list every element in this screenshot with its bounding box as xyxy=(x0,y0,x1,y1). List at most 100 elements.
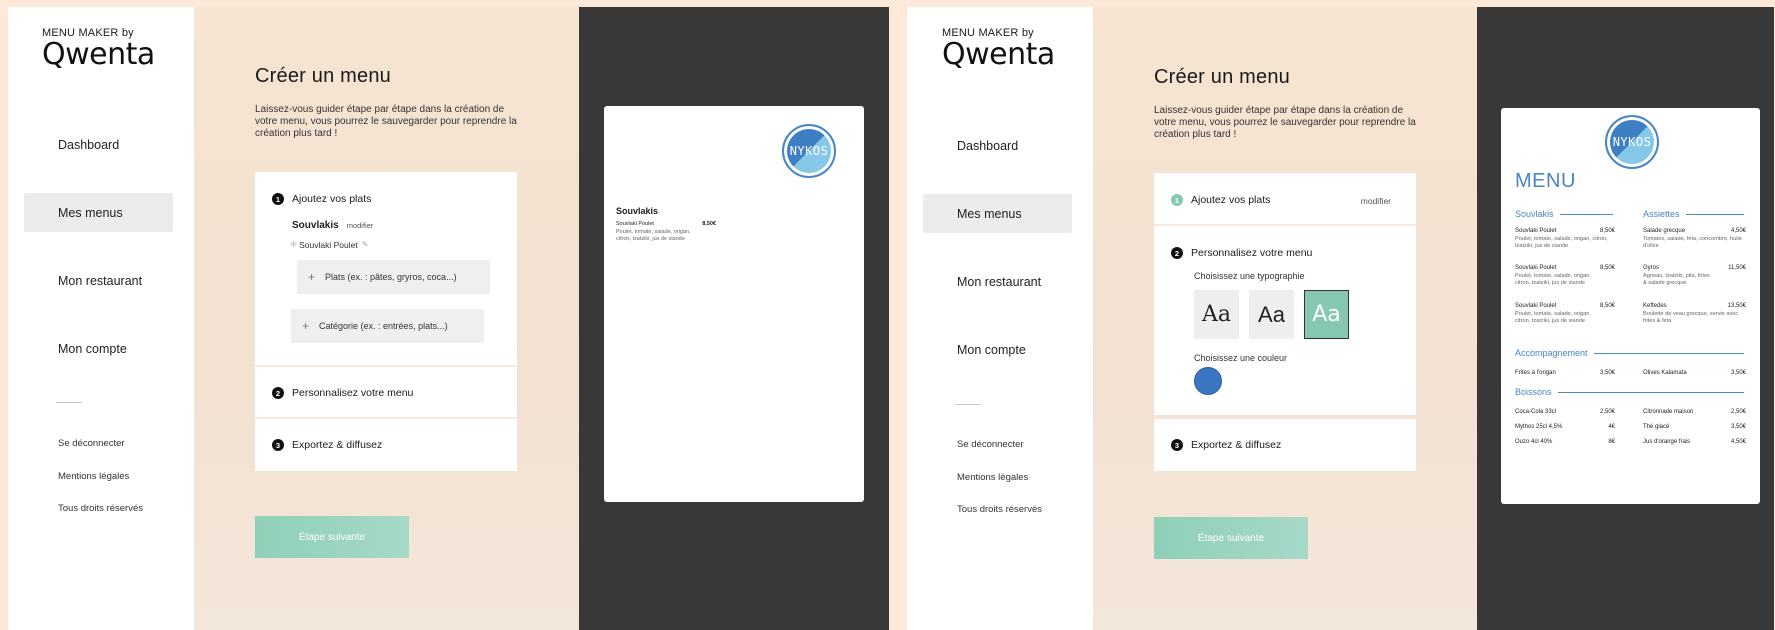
menu-preview-card: NYKOS Souvlakis Souvlaki Poulet 8,50€ Po… xyxy=(604,106,864,502)
restaurant-logo: NYKOS xyxy=(782,124,836,178)
logo-wordmark: Qwenta xyxy=(942,37,1055,72)
steps-card: 1 Ajoutez vos plats modifier 2 Personnal… xyxy=(1154,173,1416,471)
screen-step-1: MENU MAKER by Qwenta Dashboard Mes menus… xyxy=(8,7,889,630)
main-panel: Créer un menu Laissez-vous guider étape … xyxy=(194,7,579,630)
nav-dashboard[interactable]: Dashboard xyxy=(24,125,173,164)
next-step-button[interactable]: Étape suivante xyxy=(255,516,409,558)
page-description: Laissez-vous guider étape par étape dans… xyxy=(1154,105,1416,140)
step-1-modify-link[interactable]: modifier xyxy=(1361,196,1391,206)
item-price: 8,50€ xyxy=(1599,265,1615,271)
edit-icon[interactable]: ✎ xyxy=(362,240,369,249)
item-price: 3,50€ xyxy=(1599,370,1615,376)
item-price: 13,50€ xyxy=(1727,303,1746,309)
page-title: Créer un menu xyxy=(255,65,391,87)
nav-mes-menus[interactable]: Mes menus xyxy=(24,193,173,232)
section-souvlakis: Souvlakis xyxy=(1515,209,1613,219)
step-add-dishes: 1 Ajoutez vos plats Souvlakis modifier ⁜… xyxy=(255,172,517,367)
step-add-dishes[interactable]: 1 Ajoutez vos plats modifier xyxy=(1154,173,1416,226)
item-desc: Agneau, tzatziki, pita, frites & salade … xyxy=(1643,273,1710,286)
menu-item: Keftedes 13,50€ Boulette de veau grecque,… xyxy=(1643,303,1746,325)
item-name: Mythos 25cl 4,5% xyxy=(1515,424,1563,430)
step-export[interactable]: 3 Exportez & diffusez xyxy=(255,419,517,471)
item-name: Olives Kalamata xyxy=(1643,370,1687,376)
sidebar: MENU MAKER by Qwenta Dashboard Mes menus… xyxy=(907,7,1093,630)
nav-mon-compte[interactable]: Mon compte xyxy=(24,329,173,368)
step-export[interactable]: 3 Exportez & diffusez xyxy=(1154,419,1416,471)
menu-item: Souvlaki Poulet 8,50€ Poulet, tomate, sal… xyxy=(1515,265,1615,287)
drag-handle-icon[interactable]: ⁜ xyxy=(290,239,297,250)
item-price: 3,50€ xyxy=(1730,424,1746,430)
rights-link[interactable]: Tous droits réservés xyxy=(58,503,143,514)
sidebar: MENU MAKER by Qwenta Dashboard Mes menus… xyxy=(8,7,194,630)
item-name: Citronnade maison xyxy=(1643,409,1694,415)
menu-preview-card: NYKOS MENU Souvlakis Souvlaki Poulet 8,50… xyxy=(1501,108,1760,504)
item-desc: Poulet, tomate, salade, origan, citron, … xyxy=(1515,236,1608,249)
nav-dashboard[interactable]: Dashboard xyxy=(923,126,1072,165)
item-price: 4,50€ xyxy=(1730,439,1746,445)
step-1-number: 1 xyxy=(272,193,284,205)
preview-section-title: Souvlakis xyxy=(616,206,659,216)
brand-logo[interactable]: MENU MAKER by Qwenta xyxy=(42,27,155,72)
add-category-button[interactable]: + Catégorie (ex. : entrées, plats...) xyxy=(291,309,484,343)
item-desc: Poulet, tomate, salade, origan, citron, … xyxy=(1515,273,1591,286)
item-name: Jus d'orange frais xyxy=(1643,439,1691,445)
item-name: Souvlaki Poulet xyxy=(1515,228,1557,234)
preview-panel: NYKOS Souvlakis Souvlaki Poulet 8,50€ Po… xyxy=(579,7,889,630)
step-2-label: Personnalisez votre menu xyxy=(292,387,414,399)
section-title: Assiettes xyxy=(1643,209,1680,219)
legal-link[interactable]: Mentions légales xyxy=(58,471,129,482)
typo-option-selected[interactable]: Aa xyxy=(1304,290,1349,339)
item-price: 2,50€ xyxy=(1730,409,1746,415)
item-name: Keftedes xyxy=(1643,303,1667,309)
item-desc: Boulette de veau grecque, servie avec fr… xyxy=(1643,311,1739,324)
item-name: Thé glacé xyxy=(1643,424,1670,430)
nav-mon-restaurant[interactable]: Mon restaurant xyxy=(24,261,173,300)
section-boissons: Boissons xyxy=(1515,387,1744,397)
sidebar-divider xyxy=(56,402,82,403)
add-dish-button[interactable]: + Plats (ex. : pâtes, gryros, coca...) xyxy=(297,260,490,294)
logout-link[interactable]: Se déconnecter xyxy=(957,439,1024,450)
item-price: 4€ xyxy=(1608,424,1615,430)
menu-item: Souvlaki Poulet 8,50€ Poulet, tomate, sal… xyxy=(1515,303,1615,325)
item-name: Ouzo 4cl 40% xyxy=(1515,439,1553,445)
page-title: Créer un menu xyxy=(1154,66,1290,88)
menu-item: Mythos 25cl 4,5% 4€ xyxy=(1515,424,1615,430)
typo-option-sans[interactable]: Aa xyxy=(1249,290,1294,339)
color-swatch-blue[interactable] xyxy=(1194,367,1222,395)
menu-item: Salade grecque 4,50€ Tomates, salade, fet… xyxy=(1643,228,1746,250)
step-1-label: Ajoutez vos plats xyxy=(1191,194,1271,206)
menu-item: Olives Kalamata 3,50€ xyxy=(1643,370,1746,376)
sidebar-divider xyxy=(955,404,981,405)
section-title: Boissons xyxy=(1515,387,1552,397)
step-2-header[interactable]: 2 Personnalisez votre menu xyxy=(1154,247,1312,259)
menu-item: Gyros 11,50€ Agneau, tzatziki, pita, frit… xyxy=(1643,265,1746,287)
legal-link[interactable]: Mentions légales xyxy=(957,472,1028,483)
nav-mon-restaurant[interactable]: Mon restaurant xyxy=(923,262,1072,301)
logout-link[interactable]: Se déconnecter xyxy=(58,438,125,449)
step-1-label: Ajoutez vos plats xyxy=(292,193,372,205)
nav-mes-menus[interactable]: Mes menus xyxy=(923,194,1072,233)
brand-logo[interactable]: MENU MAKER by Qwenta xyxy=(942,27,1055,72)
step-customize[interactable]: 2 Personnalisez votre menu xyxy=(255,367,517,419)
preview-panel: NYKOS MENU Souvlakis Souvlaki Poulet 8,50… xyxy=(1477,7,1774,630)
restaurant-logo: NYKOS xyxy=(1605,115,1659,169)
dish-row: ⁜ Souvlaki Poulet ✎ xyxy=(290,239,368,250)
item-name: Gyros xyxy=(1643,265,1660,271)
step-1-header[interactable]: 1 Ajoutez vos plats xyxy=(255,193,371,205)
step-2-number: 2 xyxy=(272,387,284,399)
item-price: 3,50€ xyxy=(1730,370,1746,376)
next-step-button[interactable]: Étape suivante xyxy=(1154,517,1308,559)
item-price: 2,50€ xyxy=(1599,409,1615,415)
item-price: 8,50€ xyxy=(1599,228,1615,234)
section-assiettes: Assiettes xyxy=(1643,209,1744,219)
step-2-number: 2 xyxy=(1171,247,1183,259)
rights-link[interactable]: Tous droits réservés xyxy=(957,504,1042,515)
preview-item-name: Souvlaki Poulet xyxy=(616,221,654,227)
steps-card: 1 Ajoutez vos plats Souvlakis modifier ⁜… xyxy=(255,172,517,471)
menu-item: Thé glacé 3,50€ xyxy=(1643,424,1746,430)
nav-mon-compte[interactable]: Mon compte xyxy=(923,330,1072,369)
step-customize: 2 Personnalisez votre menu Choisissez un… xyxy=(1154,226,1416,419)
logo-wordmark: Qwenta xyxy=(42,37,155,72)
typo-option-serif[interactable]: Aa xyxy=(1194,290,1239,339)
category-modify-link[interactable]: modifier xyxy=(347,221,374,230)
